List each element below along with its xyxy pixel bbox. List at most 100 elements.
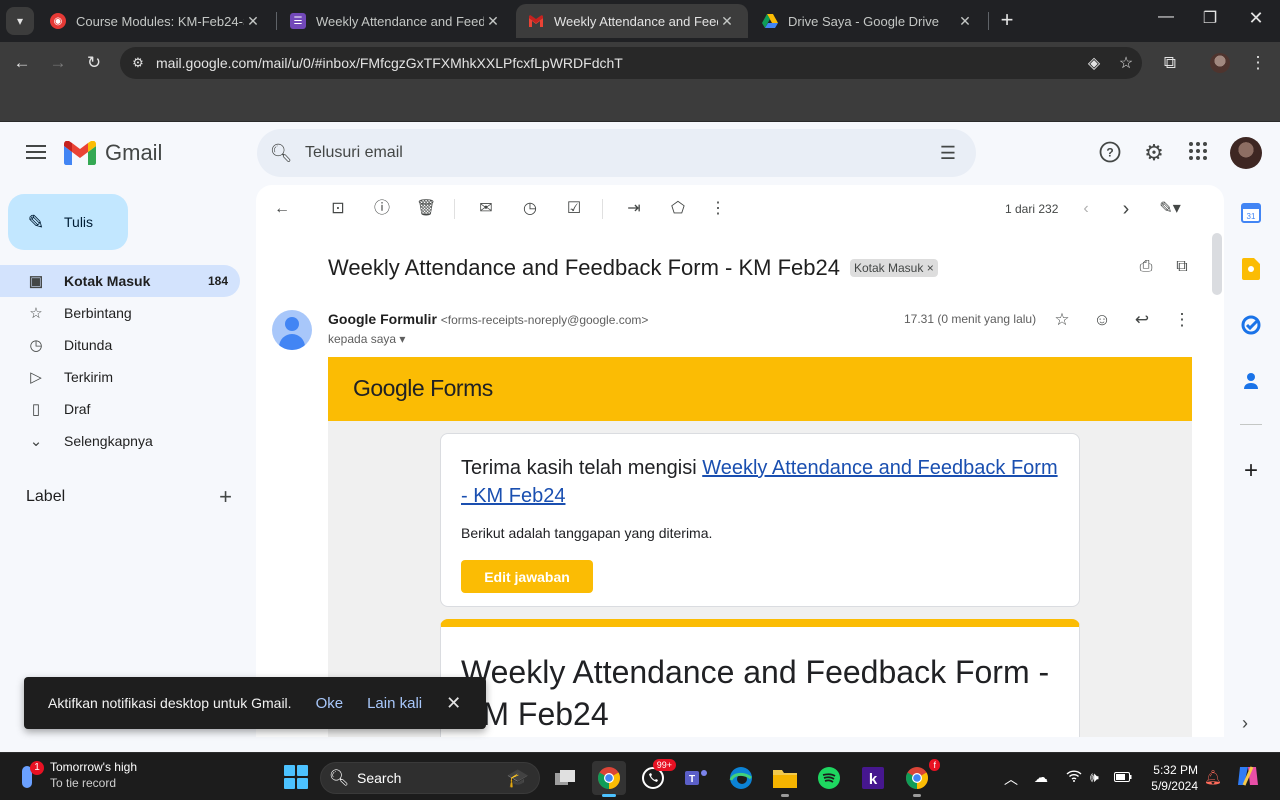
chrome-taskbar-icon[interactable] bbox=[592, 761, 626, 797]
browser-tab-drive[interactable]: Drive Saya - Google Drive ✕ bbox=[750, 4, 986, 38]
copilot-icon[interactable] bbox=[1236, 765, 1260, 790]
taskbar-search[interactable]: 🔍︎ Search 🎓 bbox=[320, 762, 540, 794]
browser-tab-course[interactable]: ◉ Course Modules: KM-Feb24-Se ✕ bbox=[38, 4, 274, 38]
report-spam-icon[interactable]: ⓘ bbox=[372, 199, 392, 219]
account-avatar[interactable] bbox=[1230, 137, 1262, 169]
add-label-icon[interactable]: + bbox=[219, 484, 232, 510]
back-button[interactable]: ← bbox=[10, 52, 34, 76]
bookmark-star-icon[interactable]: ☆ bbox=[1110, 53, 1142, 73]
hide-side-panel-icon[interactable]: › bbox=[1242, 713, 1248, 734]
file-explorer-icon[interactable] bbox=[768, 761, 802, 797]
close-icon[interactable]: ✕ bbox=[446, 693, 461, 714]
mail-search-bar[interactable]: 🔍︎ ☰ bbox=[257, 129, 976, 177]
help-icon[interactable]: ? bbox=[1098, 141, 1122, 165]
edge-icon[interactable] bbox=[724, 761, 758, 795]
sidebar-item-more[interactable]: ⌄ Selengkapnya bbox=[0, 425, 240, 457]
label-icon[interactable]: ⬠ bbox=[668, 199, 688, 219]
calendar-icon[interactable]: 31 bbox=[1240, 202, 1262, 224]
contacts-icon[interactable] bbox=[1240, 370, 1262, 392]
reload-button[interactable]: ↻ bbox=[82, 52, 106, 76]
search-icon[interactable]: 🔍︎ bbox=[257, 143, 305, 164]
newer-chevron-icon[interactable]: ‹ bbox=[1076, 199, 1096, 219]
new-tab-button[interactable]: + bbox=[994, 8, 1020, 32]
close-icon[interactable]: ✕ bbox=[484, 13, 502, 30]
windows-start-icon[interactable] bbox=[284, 765, 308, 789]
spotify-icon[interactable] bbox=[812, 761, 846, 795]
notification-bell-icon[interactable]: 🔔︎ bbox=[1204, 769, 1222, 786]
print-icon[interactable]: ⎙ bbox=[1136, 258, 1156, 276]
older-chevron-icon[interactable]: › bbox=[1116, 199, 1136, 219]
email-view-panel: ← ⊡ ⓘ 🗑︎ ✉ ◷ ☑ ⇥ ⬠ ⋮ 1 dari 232 ‹ › ✎▾ W… bbox=[256, 185, 1224, 737]
system-clock[interactable]: 5:32 PM 5/9/2024 bbox=[1142, 762, 1198, 794]
archive-icon[interactable]: ⊡ bbox=[328, 199, 348, 219]
weather-widget[interactable]: 1 Tomorrow's high To tie record bbox=[18, 759, 137, 791]
close-icon[interactable]: ✕ bbox=[244, 13, 262, 30]
forward-button[interactable]: → bbox=[46, 52, 70, 76]
inbox-label-chip[interactable]: Kotak Masuk × bbox=[849, 259, 938, 277]
search-options-icon[interactable]: ☰ bbox=[920, 143, 976, 164]
tab-separator bbox=[276, 12, 277, 30]
more-options-icon[interactable]: ⋮ bbox=[708, 199, 728, 219]
scrollbar-thumb[interactable] bbox=[1212, 233, 1222, 295]
message-more-icon[interactable]: ⋮ bbox=[1170, 310, 1194, 330]
reply-icon[interactable]: ↩ bbox=[1130, 310, 1154, 330]
search-input[interactable] bbox=[305, 144, 920, 162]
delete-icon[interactable]: 🗑︎ bbox=[416, 199, 436, 219]
remove-label-icon[interactable]: × bbox=[927, 261, 934, 275]
form-summary-card: Weekly Attendance and Feedback Form - KM… bbox=[440, 619, 1080, 737]
main-menu-icon[interactable] bbox=[24, 141, 48, 165]
compose-button[interactable]: ✎ Tulis bbox=[8, 194, 128, 250]
sidebar-item-inbox[interactable]: ▣ Kotak Masuk 184 bbox=[0, 265, 240, 297]
maximize-button[interactable]: ❐ bbox=[1190, 8, 1230, 28]
tasks-icon[interactable] bbox=[1240, 314, 1262, 336]
address-bar[interactable]: ⚙ mail.google.com/mail/u/0/#inbox/FMfcgz… bbox=[120, 47, 1142, 79]
edit-response-button[interactable]: Edit jawaban bbox=[461, 560, 593, 593]
keep-icon[interactable] bbox=[1240, 258, 1262, 280]
whatsapp-icon[interactable]: 99+ bbox=[636, 759, 676, 795]
close-icon[interactable]: ✕ bbox=[956, 13, 974, 30]
lens-icon[interactable]: ◈ bbox=[1078, 53, 1110, 73]
browser-tab-forms[interactable]: ☰ Weekly Attendance and Feedb ✕ bbox=[278, 4, 514, 38]
emoji-reaction-icon[interactable]: ☺ bbox=[1090, 310, 1114, 330]
profile-avatar[interactable] bbox=[1208, 52, 1232, 76]
svg-text:k: k bbox=[869, 771, 878, 788]
move-to-icon[interactable]: ⇥ bbox=[624, 199, 644, 219]
draft-icon: ▯ bbox=[31, 401, 41, 418]
mark-unread-icon[interactable]: ✉ bbox=[476, 199, 496, 219]
toolbar-divider bbox=[454, 199, 455, 219]
apps-grid-icon[interactable] bbox=[1186, 141, 1210, 165]
browser-tab-gmail[interactable]: Weekly Attendance and Feedb ✕ bbox=[516, 4, 748, 38]
input-tools-icon[interactable]: ✎▾ bbox=[1154, 199, 1186, 219]
show-hidden-icons-chevron[interactable]: ︿ bbox=[1004, 769, 1018, 789]
sidebar-item-snoozed[interactable]: ◷ Ditunda bbox=[0, 329, 240, 361]
snooze-icon[interactable]: ◷ bbox=[520, 199, 540, 219]
chrome-menu-icon[interactable]: ⋮ bbox=[1246, 52, 1270, 76]
teams-icon[interactable]: T bbox=[680, 761, 714, 795]
battery-icon[interactable] bbox=[1114, 769, 1132, 785]
extensions-icon[interactable]: ⧉ bbox=[1158, 52, 1182, 76]
onedrive-cloud-icon[interactable]: ☁ bbox=[1034, 769, 1048, 786]
task-view-icon[interactable] bbox=[548, 761, 582, 795]
close-window-button[interactable]: ✕ bbox=[1236, 8, 1276, 29]
add-task-icon[interactable]: ☑ bbox=[564, 199, 584, 219]
wifi-icon[interactable] bbox=[1066, 769, 1082, 785]
close-icon[interactable]: ✕ bbox=[718, 13, 736, 30]
later-button[interactable]: Lain kali bbox=[367, 695, 422, 712]
sidebar-item-drafts[interactable]: ▯ Draf bbox=[0, 393, 240, 425]
kahoot-icon[interactable]: k bbox=[856, 761, 890, 795]
tab-search-button[interactable]: ▾ bbox=[6, 7, 34, 35]
settings-gear-icon[interactable]: ⚙ bbox=[1142, 141, 1166, 165]
sidebar-item-sent[interactable]: ▷ Terkirim bbox=[0, 361, 240, 393]
sidebar-item-starred[interactable]: ☆ Berbintang bbox=[0, 297, 240, 329]
get-addons-icon[interactable]: + bbox=[1240, 457, 1262, 485]
back-to-inbox-icon[interactable]: ← bbox=[272, 199, 292, 219]
recipient-details[interactable]: kepada saya ▾ bbox=[328, 332, 405, 346]
star-message-icon[interactable]: ☆ bbox=[1050, 310, 1074, 330]
chrome-profile-icon[interactable]: f bbox=[900, 759, 940, 797]
enable-notifications-button[interactable]: Oke bbox=[316, 695, 344, 712]
gmail-logo[interactable]: Gmail bbox=[64, 140, 162, 166]
volume-icon[interactable]: 🕪︎ bbox=[1090, 769, 1099, 786]
minimize-button[interactable]: — bbox=[1146, 8, 1186, 26]
site-info-icon[interactable]: ⚙ bbox=[120, 55, 156, 71]
open-new-window-icon[interactable]: ⧉ bbox=[1172, 258, 1192, 276]
